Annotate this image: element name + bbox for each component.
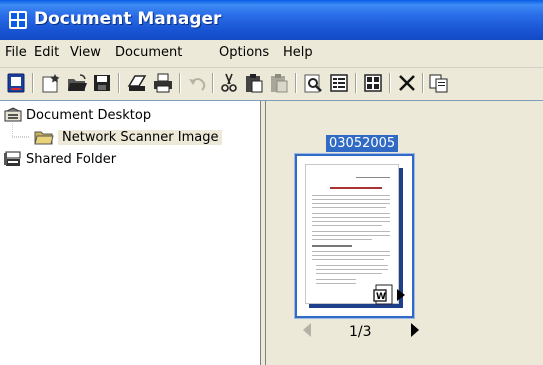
toolbar-separator bbox=[422, 73, 424, 93]
tree-item-label: Network Scanner Image bbox=[58, 129, 223, 145]
print-icon[interactable] bbox=[152, 72, 174, 94]
desktop-icon bbox=[4, 107, 22, 123]
thumbnail-title[interactable]: 03052005 bbox=[326, 135, 399, 152]
paste-icon[interactable] bbox=[243, 72, 265, 94]
word-document-icon: W bbox=[373, 284, 395, 309]
folder-tree-pane: Document Desktop Network Scanner Image S… bbox=[0, 101, 261, 365]
paste-gray-icon[interactable] bbox=[268, 72, 290, 94]
scan-icon[interactable] bbox=[126, 72, 148, 94]
play-arrow-icon[interactable] bbox=[396, 289, 406, 304]
tree-connector bbox=[12, 123, 30, 138]
app-icon bbox=[8, 10, 28, 30]
toolbar-separator bbox=[389, 73, 391, 93]
toolbar-separator bbox=[32, 73, 34, 93]
tree-item-document-desktop[interactable]: Document Desktop bbox=[4, 105, 151, 125]
cut-icon[interactable] bbox=[218, 72, 240, 94]
page-indicator: 1/3 bbox=[349, 324, 372, 340]
folder-icon bbox=[34, 129, 54, 145]
tree-item-label: Shared Folder bbox=[26, 151, 117, 167]
toolbar-separator bbox=[118, 73, 120, 93]
new-document-icon[interactable] bbox=[5, 72, 27, 94]
view-list-icon[interactable] bbox=[328, 72, 350, 94]
toolbar-separator bbox=[212, 73, 214, 93]
shared-folder-icon bbox=[4, 150, 22, 168]
menu-help[interactable]: Help bbox=[283, 45, 313, 60]
undo-icon[interactable] bbox=[186, 72, 208, 94]
toolbar-separator bbox=[179, 73, 181, 93]
title-bar: Document Manager bbox=[0, 0, 543, 40]
toolbar bbox=[0, 68, 543, 98]
open-folder-icon[interactable] bbox=[66, 72, 88, 94]
menu-bar: File Edit View Document Options Help bbox=[0, 40, 543, 68]
menu-file[interactable]: File bbox=[5, 45, 27, 60]
copy-icon[interactable] bbox=[428, 72, 450, 94]
svg-text:W: W bbox=[376, 292, 386, 302]
next-page-icon[interactable] bbox=[410, 323, 420, 340]
tree-item-shared-folder[interactable]: Shared Folder bbox=[4, 149, 116, 169]
delete-icon[interactable] bbox=[396, 72, 418, 94]
tree-item-label: Document Desktop bbox=[26, 107, 152, 123]
menu-options[interactable]: Options bbox=[219, 45, 269, 60]
save-icon[interactable] bbox=[91, 72, 113, 94]
new-star-icon[interactable] bbox=[40, 72, 62, 94]
toolbar-separator bbox=[295, 73, 297, 93]
view-grid-icon[interactable] bbox=[362, 72, 384, 94]
toolbar-separator bbox=[355, 73, 357, 93]
menu-document[interactable]: Document bbox=[115, 45, 182, 60]
menu-edit[interactable]: Edit bbox=[34, 45, 59, 60]
menu-view[interactable]: View bbox=[70, 45, 101, 60]
window-title: Document Manager bbox=[34, 9, 222, 29]
document-thumbnail[interactable]: W bbox=[295, 154, 414, 318]
tree-item-network-scanner-image[interactable]: Network Scanner Image bbox=[34, 127, 223, 147]
zoom-icon[interactable] bbox=[302, 72, 324, 94]
previous-page-icon[interactable] bbox=[302, 323, 312, 340]
page-preview bbox=[305, 164, 399, 304]
